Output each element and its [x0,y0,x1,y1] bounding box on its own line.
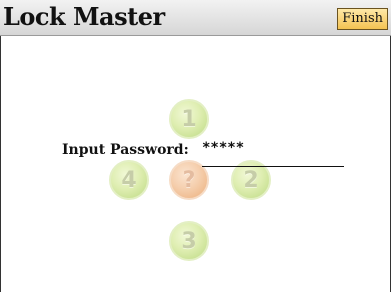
keypad-button-1-label: 1 [181,106,197,132]
keypad-button-help-label: ? [182,167,196,193]
keypad-button-2-label: 2 [243,167,259,193]
password-field[interactable]: ***** [202,139,244,157]
keypad-button-4-label: 4 [121,167,137,193]
title-bar: Lock Master Finish [0,0,391,36]
app-title: Lock Master [3,2,165,31]
finish-button[interactable]: Finish [337,8,388,30]
password-label: Input Password: [62,142,189,158]
left-border [0,36,1,292]
keypad-button-1[interactable]: 1 [169,99,209,139]
password-underline [202,166,344,167]
keypad-button-4[interactable]: 4 [109,160,149,200]
keypad-button-3-label: 3 [181,228,197,254]
keypad-button-3[interactable]: 3 [169,221,209,261]
